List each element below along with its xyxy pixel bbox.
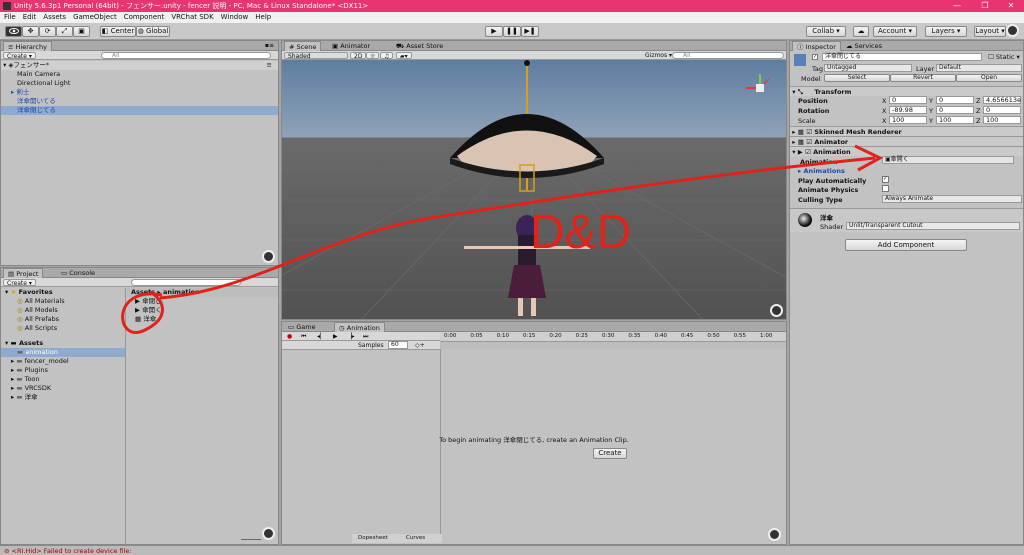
status-bar: ⊘ <RI.Hid> Failed to create device file: [0,545,1024,555]
annotation-text: D&D [530,206,631,259]
annotation-overlay: D&D [121,144,884,334]
annotation-arrow-line [159,156,876,300]
status-message: <RI.Hid> Failed to create device file: [11,547,132,555]
error-icon: ⊘ [4,547,10,555]
annotation-circle [121,290,164,334]
